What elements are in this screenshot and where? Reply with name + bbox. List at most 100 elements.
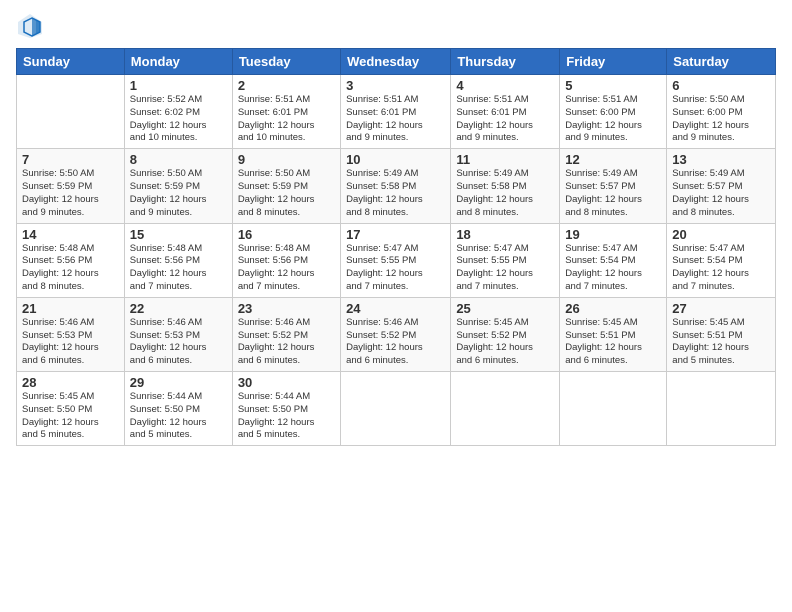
page: SundayMondayTuesdayWednesdayThursdayFrid… <box>0 0 792 612</box>
day-number: 21 <box>22 301 119 316</box>
logo <box>16 12 46 40</box>
day-number: 10 <box>346 152 445 167</box>
calendar-cell: 25Sunrise: 5:45 AM Sunset: 5:52 PM Dayli… <box>451 297 560 371</box>
calendar-cell: 17Sunrise: 5:47 AM Sunset: 5:55 PM Dayli… <box>341 223 451 297</box>
day-number: 5 <box>565 78 661 93</box>
calendar-week-1: 7Sunrise: 5:50 AM Sunset: 5:59 PM Daylig… <box>17 149 776 223</box>
calendar-cell <box>17 75 125 149</box>
calendar-week-4: 28Sunrise: 5:45 AM Sunset: 5:50 PM Dayli… <box>17 372 776 446</box>
day-info: Sunrise: 5:50 AM Sunset: 5:59 PM Dayligh… <box>238 168 335 219</box>
calendar-cell: 26Sunrise: 5:45 AM Sunset: 5:51 PM Dayli… <box>560 297 667 371</box>
day-number: 30 <box>238 375 335 390</box>
calendar-week-0: 1Sunrise: 5:52 AM Sunset: 6:02 PM Daylig… <box>17 75 776 149</box>
day-number: 7 <box>22 152 119 167</box>
calendar-cell: 11Sunrise: 5:49 AM Sunset: 5:58 PM Dayli… <box>451 149 560 223</box>
col-header-wednesday: Wednesday <box>341 49 451 75</box>
calendar-cell: 6Sunrise: 5:50 AM Sunset: 6:00 PM Daylig… <box>667 75 776 149</box>
day-info: Sunrise: 5:46 AM Sunset: 5:52 PM Dayligh… <box>346 317 445 368</box>
day-number: 25 <box>456 301 554 316</box>
day-number: 19 <box>565 227 661 242</box>
day-number: 15 <box>130 227 227 242</box>
calendar-cell: 16Sunrise: 5:48 AM Sunset: 5:56 PM Dayli… <box>232 223 340 297</box>
calendar-cell: 18Sunrise: 5:47 AM Sunset: 5:55 PM Dayli… <box>451 223 560 297</box>
day-number: 1 <box>130 78 227 93</box>
day-info: Sunrise: 5:45 AM Sunset: 5:52 PM Dayligh… <box>456 317 554 368</box>
calendar-cell: 20Sunrise: 5:47 AM Sunset: 5:54 PM Dayli… <box>667 223 776 297</box>
calendar-cell: 28Sunrise: 5:45 AM Sunset: 5:50 PM Dayli… <box>17 372 125 446</box>
calendar-cell: 8Sunrise: 5:50 AM Sunset: 5:59 PM Daylig… <box>124 149 232 223</box>
calendar-cell: 15Sunrise: 5:48 AM Sunset: 5:56 PM Dayli… <box>124 223 232 297</box>
day-number: 23 <box>238 301 335 316</box>
calendar-cell: 2Sunrise: 5:51 AM Sunset: 6:01 PM Daylig… <box>232 75 340 149</box>
day-info: Sunrise: 5:49 AM Sunset: 5:57 PM Dayligh… <box>565 168 661 219</box>
day-info: Sunrise: 5:48 AM Sunset: 5:56 PM Dayligh… <box>238 243 335 294</box>
day-info: Sunrise: 5:49 AM Sunset: 5:57 PM Dayligh… <box>672 168 770 219</box>
day-info: Sunrise: 5:49 AM Sunset: 5:58 PM Dayligh… <box>456 168 554 219</box>
calendar-cell <box>667 372 776 446</box>
calendar-cell: 3Sunrise: 5:51 AM Sunset: 6:01 PM Daylig… <box>341 75 451 149</box>
day-info: Sunrise: 5:47 AM Sunset: 5:54 PM Dayligh… <box>565 243 661 294</box>
day-number: 29 <box>130 375 227 390</box>
day-info: Sunrise: 5:44 AM Sunset: 5:50 PM Dayligh… <box>238 391 335 442</box>
logo-icon <box>16 12 44 40</box>
day-info: Sunrise: 5:51 AM Sunset: 6:01 PM Dayligh… <box>238 94 335 145</box>
calendar-cell: 1Sunrise: 5:52 AM Sunset: 6:02 PM Daylig… <box>124 75 232 149</box>
day-info: Sunrise: 5:49 AM Sunset: 5:58 PM Dayligh… <box>346 168 445 219</box>
day-info: Sunrise: 5:45 AM Sunset: 5:51 PM Dayligh… <box>565 317 661 368</box>
day-info: Sunrise: 5:46 AM Sunset: 5:52 PM Dayligh… <box>238 317 335 368</box>
calendar-cell: 22Sunrise: 5:46 AM Sunset: 5:53 PM Dayli… <box>124 297 232 371</box>
day-number: 13 <box>672 152 770 167</box>
calendar-cell: 4Sunrise: 5:51 AM Sunset: 6:01 PM Daylig… <box>451 75 560 149</box>
day-info: Sunrise: 5:50 AM Sunset: 6:00 PM Dayligh… <box>672 94 770 145</box>
day-info: Sunrise: 5:44 AM Sunset: 5:50 PM Dayligh… <box>130 391 227 442</box>
calendar-cell: 23Sunrise: 5:46 AM Sunset: 5:52 PM Dayli… <box>232 297 340 371</box>
day-info: Sunrise: 5:45 AM Sunset: 5:50 PM Dayligh… <box>22 391 119 442</box>
day-number: 3 <box>346 78 445 93</box>
calendar-cell: 5Sunrise: 5:51 AM Sunset: 6:00 PM Daylig… <box>560 75 667 149</box>
calendar-cell: 9Sunrise: 5:50 AM Sunset: 5:59 PM Daylig… <box>232 149 340 223</box>
day-number: 20 <box>672 227 770 242</box>
col-header-thursday: Thursday <box>451 49 560 75</box>
day-number: 28 <box>22 375 119 390</box>
calendar-cell: 29Sunrise: 5:44 AM Sunset: 5:50 PM Dayli… <box>124 372 232 446</box>
day-number: 16 <box>238 227 335 242</box>
calendar-cell <box>560 372 667 446</box>
day-number: 18 <box>456 227 554 242</box>
calendar-cell: 14Sunrise: 5:48 AM Sunset: 5:56 PM Dayli… <box>17 223 125 297</box>
day-info: Sunrise: 5:48 AM Sunset: 5:56 PM Dayligh… <box>22 243 119 294</box>
day-number: 12 <box>565 152 661 167</box>
day-info: Sunrise: 5:46 AM Sunset: 5:53 PM Dayligh… <box>130 317 227 368</box>
day-number: 22 <box>130 301 227 316</box>
calendar-header-row: SundayMondayTuesdayWednesdayThursdayFrid… <box>17 49 776 75</box>
day-number: 8 <box>130 152 227 167</box>
calendar-week-2: 14Sunrise: 5:48 AM Sunset: 5:56 PM Dayli… <box>17 223 776 297</box>
calendar-cell: 12Sunrise: 5:49 AM Sunset: 5:57 PM Dayli… <box>560 149 667 223</box>
day-info: Sunrise: 5:47 AM Sunset: 5:55 PM Dayligh… <box>346 243 445 294</box>
calendar-week-3: 21Sunrise: 5:46 AM Sunset: 5:53 PM Dayli… <box>17 297 776 371</box>
day-number: 27 <box>672 301 770 316</box>
day-info: Sunrise: 5:45 AM Sunset: 5:51 PM Dayligh… <box>672 317 770 368</box>
calendar-cell: 13Sunrise: 5:49 AM Sunset: 5:57 PM Dayli… <box>667 149 776 223</box>
col-header-saturday: Saturday <box>667 49 776 75</box>
calendar-cell: 10Sunrise: 5:49 AM Sunset: 5:58 PM Dayli… <box>341 149 451 223</box>
day-number: 6 <box>672 78 770 93</box>
calendar-table: SundayMondayTuesdayWednesdayThursdayFrid… <box>16 48 776 446</box>
day-info: Sunrise: 5:47 AM Sunset: 5:54 PM Dayligh… <box>672 243 770 294</box>
day-number: 14 <box>22 227 119 242</box>
day-info: Sunrise: 5:50 AM Sunset: 5:59 PM Dayligh… <box>130 168 227 219</box>
col-header-sunday: Sunday <box>17 49 125 75</box>
day-info: Sunrise: 5:50 AM Sunset: 5:59 PM Dayligh… <box>22 168 119 219</box>
calendar-cell: 21Sunrise: 5:46 AM Sunset: 5:53 PM Dayli… <box>17 297 125 371</box>
day-number: 11 <box>456 152 554 167</box>
day-info: Sunrise: 5:51 AM Sunset: 6:01 PM Dayligh… <box>346 94 445 145</box>
day-number: 4 <box>456 78 554 93</box>
day-info: Sunrise: 5:46 AM Sunset: 5:53 PM Dayligh… <box>22 317 119 368</box>
calendar-cell <box>341 372 451 446</box>
day-info: Sunrise: 5:51 AM Sunset: 6:00 PM Dayligh… <box>565 94 661 145</box>
calendar-cell: 30Sunrise: 5:44 AM Sunset: 5:50 PM Dayli… <box>232 372 340 446</box>
calendar-cell <box>451 372 560 446</box>
day-number: 24 <box>346 301 445 316</box>
day-info: Sunrise: 5:52 AM Sunset: 6:02 PM Dayligh… <box>130 94 227 145</box>
day-info: Sunrise: 5:48 AM Sunset: 5:56 PM Dayligh… <box>130 243 227 294</box>
col-header-monday: Monday <box>124 49 232 75</box>
